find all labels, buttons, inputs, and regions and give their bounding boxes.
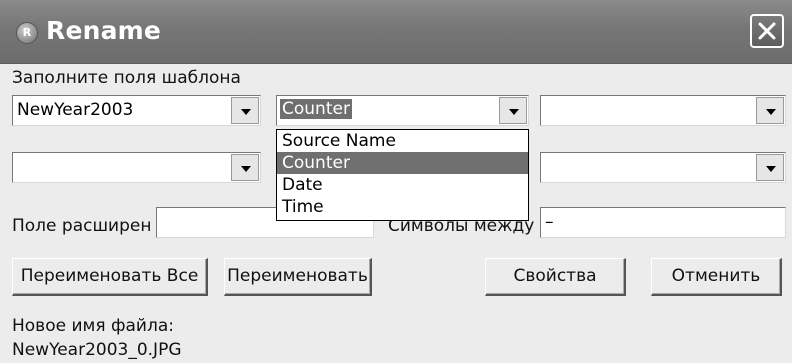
- dropdown-option-date[interactable]: Date: [277, 174, 528, 196]
- separator-value: –: [545, 212, 554, 232]
- template-field-3-dropdown-button[interactable]: [756, 97, 784, 124]
- chevron-down-icon: [241, 166, 251, 172]
- rename-button[interactable]: Переименовать: [224, 258, 372, 296]
- chevron-down-icon: [766, 166, 776, 172]
- dropdown-option-counter[interactable]: Counter: [277, 152, 528, 174]
- dropdown-option-time[interactable]: Time: [277, 196, 528, 218]
- template-field-4-dropdown-button[interactable]: [231, 154, 259, 181]
- new-name-value: NewYear2003_0.JPG: [12, 340, 182, 360]
- template-field-2-dropdown-list: Source Name Counter Date Time: [276, 129, 529, 221]
- cancel-button[interactable]: Отменить: [651, 258, 782, 296]
- new-name-label: Новое имя файла:: [12, 316, 174, 336]
- template-label: Заполните поля шаблона: [12, 68, 241, 88]
- close-icon: [758, 22, 776, 40]
- template-field-6-combo[interactable]: [540, 152, 786, 183]
- rename-all-button[interactable]: Переименовать Все: [12, 258, 208, 296]
- template-field-2-dropdown-button[interactable]: [499, 97, 527, 124]
- chevron-down-icon: [241, 109, 251, 115]
- title-bar[interactable]: R Rename: [0, 0, 792, 64]
- template-field-1-dropdown-button[interactable]: [231, 97, 259, 124]
- chevron-down-icon: [766, 109, 776, 115]
- rename-dialog: R Rename Заполните поля шаблона NewYear2…: [0, 0, 792, 363]
- template-field-2-combo[interactable]: Counter: [276, 95, 529, 126]
- dropdown-option-source-name[interactable]: Source Name: [277, 130, 528, 152]
- template-field-2-value: Counter: [280, 99, 352, 119]
- chevron-down-icon: [509, 109, 519, 115]
- window-title: Rename: [46, 16, 162, 45]
- close-button[interactable]: [750, 14, 784, 48]
- template-field-4-combo[interactable]: [12, 152, 261, 183]
- separator-input[interactable]: –: [540, 207, 786, 238]
- template-field-3-combo[interactable]: [540, 95, 786, 126]
- app-icon: R: [16, 22, 38, 44]
- extension-label: Поле расширен: [12, 216, 152, 236]
- properties-button[interactable]: Свойства: [485, 258, 626, 296]
- template-field-1-value: NewYear2003: [17, 100, 134, 120]
- template-field-6-dropdown-button[interactable]: [756, 154, 784, 181]
- template-field-1-combo[interactable]: NewYear2003: [12, 95, 261, 126]
